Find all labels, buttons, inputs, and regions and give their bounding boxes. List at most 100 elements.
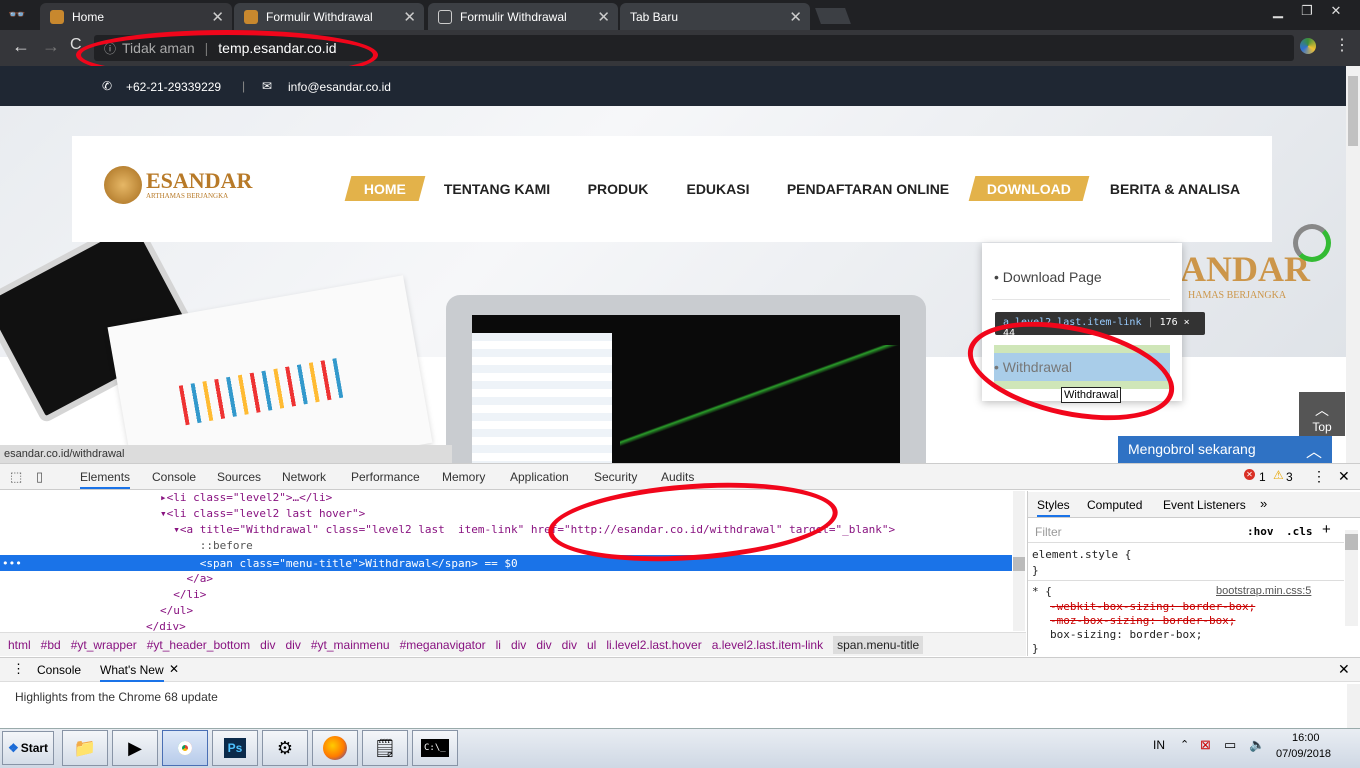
hov-toggle[interactable]: :hov — [1247, 525, 1274, 538]
devtools-tab-elements[interactable]: Elements — [80, 470, 131, 489]
profile-icon[interactable]: 👓 — [8, 6, 25, 23]
inspect-icon[interactable]: ⬚ — [10, 469, 22, 485]
menu-edukasi[interactable]: EDUKASI — [682, 176, 754, 201]
taskbar-chrome-icon[interactable] — [162, 730, 208, 766]
clock-date[interactable]: 07/09/2018 — [1276, 748, 1331, 760]
tray-battery-icon[interactable]: ▭ — [1224, 737, 1236, 753]
dom-line[interactable]: ▾<li class="level2 last hover"> — [160, 507, 365, 520]
scrollbar-thumb[interactable] — [1345, 534, 1358, 550]
styles-tab-computed[interactable]: Computed — [1087, 498, 1142, 512]
breadcrumb-item[interactable]: ul — [587, 638, 596, 652]
styles-filter-input[interactable]: Filter — [1035, 525, 1062, 539]
language-indicator[interactable]: IN — [1153, 738, 1165, 752]
cls-toggle[interactable]: .cls — [1286, 525, 1313, 538]
tray-network-icon[interactable]: ⊠ — [1200, 737, 1211, 753]
breadcrumb-item-selected[interactable]: span.menu-title — [833, 636, 924, 654]
breadcrumb-item[interactable]: #yt_mainmenu — [311, 638, 390, 652]
styles-tab-event-listeners[interactable]: Event Listeners — [1163, 498, 1246, 512]
clock-time[interactable]: 16:00 — [1292, 732, 1320, 744]
devtools-menu-icon[interactable]: ⋮ — [1312, 468, 1326, 485]
tab-new[interactable]: Tab Baru ✕ — [620, 3, 810, 30]
taskbar-explorer-icon[interactable]: 📁 — [62, 730, 108, 766]
dropdown-item-download-page[interactable]: • Download Page — [994, 269, 1102, 285]
devtools-tab-security[interactable]: Security — [594, 470, 637, 484]
forward-icon[interactable]: → — [42, 36, 60, 57]
breadcrumb-item[interactable]: a.level2.last.item-link — [712, 638, 823, 652]
tray-volume-icon[interactable]: 🔈 — [1249, 737, 1265, 753]
dom-line[interactable]: </ul> — [160, 604, 193, 617]
breadcrumb-item[interactable]: html — [8, 638, 31, 652]
minimize-icon[interactable]: ▁ — [1265, 2, 1291, 20]
dom-line[interactable]: ▸<li class="level2">…</li> — [160, 491, 332, 504]
taskbar-media-player-icon[interactable]: ▶ — [112, 730, 158, 766]
page-scrollbar[interactable] — [1346, 66, 1360, 463]
maximize-icon[interactable]: ❐ — [1294, 2, 1320, 20]
devtools-close-icon[interactable]: ✕ — [1338, 468, 1350, 485]
breadcrumb-item[interactable]: li.level2.last.hover — [606, 638, 701, 652]
taskbar-firefox-icon[interactable] — [312, 730, 358, 766]
email-text[interactable]: info@esandar.co.id — [288, 80, 391, 94]
tab-formulir-2[interactable]: Formulir Withdrawal ✕ — [428, 3, 618, 30]
new-tab-button[interactable] — [815, 8, 851, 24]
error-count[interactable]: 1 — [1259, 470, 1266, 484]
devtools-tab-performance[interactable]: Performance — [351, 470, 420, 484]
devtools-tab-audits[interactable]: Audits — [661, 470, 694, 484]
dom-line-selected[interactable]: <span class="menu-title">Withdrawal</spa… — [160, 557, 518, 570]
drawer-tab-console[interactable]: Console — [37, 663, 81, 677]
breadcrumb-item[interactable]: li — [496, 638, 501, 652]
taskbar-cmd-icon[interactable]: C:\_ — [412, 730, 458, 766]
styles-scrollbar[interactable] — [1345, 530, 1358, 626]
tab-home[interactable]: Home ✕ — [40, 3, 232, 30]
menu-produk[interactable]: PRODUK — [582, 176, 654, 201]
breadcrumb-item[interactable]: div — [536, 638, 551, 652]
drawer-tab-whats-new[interactable]: What's New — [100, 663, 164, 682]
menu-home[interactable]: HOME — [344, 176, 426, 201]
menu-download[interactable]: DOWNLOAD — [968, 176, 1090, 201]
warning-count[interactable]: 3 — [1286, 470, 1293, 484]
dom-line[interactable]: </li> — [160, 588, 206, 601]
add-rule-icon[interactable]: + — [1322, 521, 1331, 538]
tray-expand-icon[interactable]: ⌃ — [1180, 738, 1189, 751]
close-icon[interactable]: ✕ — [211, 8, 224, 26]
menu-tentang-kami[interactable]: TENTANG KAMI — [440, 176, 554, 201]
menu-berita-analisa[interactable]: BERITA & ANALISA — [1104, 176, 1246, 201]
back-icon[interactable]: ← — [12, 36, 30, 57]
style-source-link[interactable]: bootstrap.min.css:5 — [1216, 585, 1311, 597]
menu-pendaftaran-online[interactable]: PENDAFTARAN ONLINE — [784, 176, 952, 201]
dom-scrollbar[interactable] — [1013, 491, 1025, 631]
breadcrumb-item[interactable]: #meganavigator — [400, 638, 486, 652]
devtools-tab-network[interactable]: Network — [282, 470, 326, 484]
breadcrumb-item[interactable]: #yt_header_bottom — [147, 638, 250, 652]
back-to-top-button[interactable]: ︿ Top — [1299, 392, 1345, 436]
scrollbar-thumb[interactable] — [1348, 76, 1358, 146]
more-tabs-icon[interactable]: » — [1260, 496, 1267, 511]
devtools-tab-sources[interactable]: Sources — [217, 470, 261, 484]
drawer-scrollbar[interactable] — [1347, 684, 1360, 728]
breadcrumb-item[interactable]: div — [562, 638, 577, 652]
start-button[interactable]: ❖ Start — [2, 731, 54, 765]
dom-line[interactable]: ::before — [160, 539, 253, 552]
taskbar-photoshop-icon[interactable]: Ps — [212, 730, 258, 766]
breadcrumb-item[interactable]: div — [286, 638, 301, 652]
close-icon[interactable]: ✕ — [597, 8, 610, 26]
drawer-tab-close-icon[interactable]: ✕ — [169, 662, 179, 676]
dom-line[interactable]: </a> — [160, 572, 213, 585]
taskbar-app-icon[interactable]: ⚙ — [262, 730, 308, 766]
devtools-tab-console[interactable]: Console — [152, 470, 196, 484]
scrollbar-thumb[interactable] — [1013, 557, 1025, 571]
devtools-tab-application[interactable]: Application — [510, 470, 569, 484]
breadcrumb-item[interactable]: #bd — [41, 638, 61, 652]
menu-dots-icon[interactable]: ⋮ — [1334, 35, 1350, 55]
breadcrumb-item[interactable]: #yt_wrapper — [71, 638, 137, 652]
devtools-tab-memory[interactable]: Memory — [442, 470, 485, 484]
close-icon[interactable]: ✕ — [403, 8, 416, 26]
chat-widget[interactable]: Mengobrol sekarang ︿ — [1118, 436, 1332, 463]
tab-formulir-1[interactable]: Formulir Withdrawal ✕ — [234, 3, 424, 30]
drawer-close-icon[interactable]: ✕ — [1338, 661, 1350, 678]
taskbar-notes-icon[interactable]: 🗒 — [362, 730, 408, 766]
logo[interactable]: ESANDAR ARTHAMAS BERJANGKA — [104, 166, 252, 204]
breadcrumb-item[interactable]: div — [260, 638, 275, 652]
breadcrumb-item[interactable]: div — [511, 638, 526, 652]
close-icon[interactable]: ✕ — [789, 8, 802, 26]
drawer-menu-icon[interactable]: ⋮ — [12, 661, 25, 677]
